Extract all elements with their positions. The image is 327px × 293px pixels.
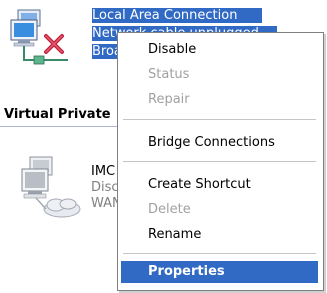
vpn-connection-icon (21, 156, 81, 218)
menu-item-delete[interactable]: Delete (121, 199, 318, 221)
menu-item-bridge-connections[interactable]: Bridge Connections (121, 132, 318, 154)
vpn-section-header: Virtual Private Network (4, 107, 116, 122)
menu-item-repair[interactable]: Repair (121, 89, 318, 111)
lan-connection-name: Local Area Connection (92, 8, 262, 23)
menu-separator (123, 161, 316, 162)
menu-item-disable[interactable]: Disable (121, 39, 318, 61)
context-menu: Disable Status Repair Bridge Connections… (117, 32, 324, 291)
menu-item-properties[interactable]: Properties (121, 261, 318, 283)
menu-separator (123, 119, 316, 120)
menu-item-create-shortcut[interactable]: Create Shortcut (121, 174, 318, 196)
menu-item-rename[interactable]: Rename (121, 224, 318, 246)
vpn-connection-status: Disconnected (91, 180, 117, 195)
menu-item-status[interactable]: Status (121, 64, 318, 86)
section-divider (0, 126, 120, 127)
vpn-connection-device: WAN Miniport (PPTP) (91, 196, 117, 211)
menu-separator (123, 253, 316, 254)
network-connection-unplugged-icon (10, 9, 68, 65)
vpn-connection-name: IMC (91, 164, 116, 179)
